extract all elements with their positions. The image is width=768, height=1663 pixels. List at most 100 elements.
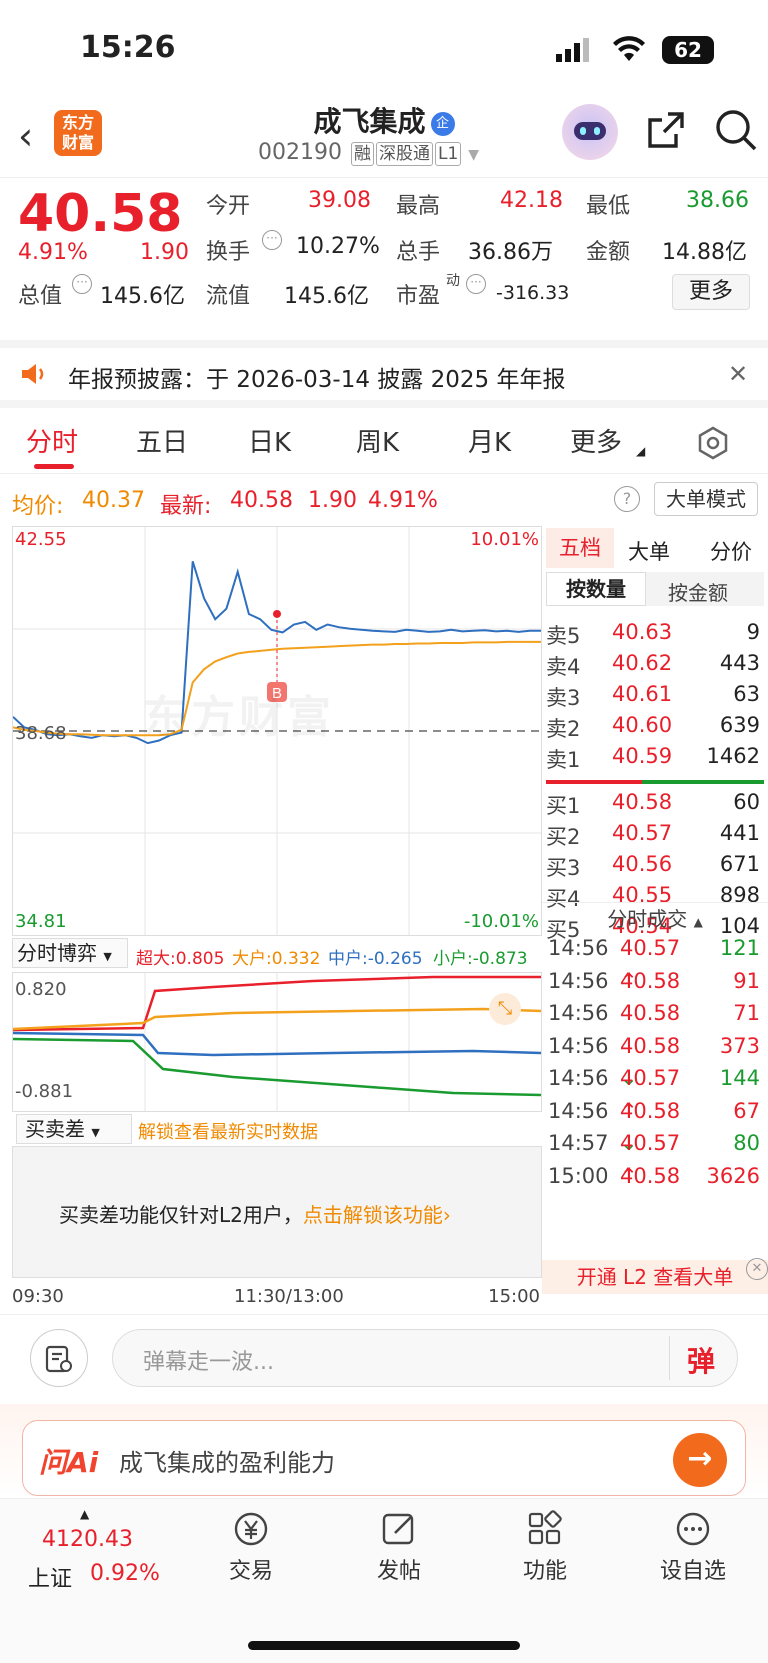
info-icon[interactable]: ··· — [262, 230, 282, 250]
trade-time: 14:56 — [548, 1033, 609, 1058]
status-time: 15:26 — [80, 30, 176, 65]
fund-mid: 中户:-0.265 — [328, 949, 423, 969]
more-button[interactable]: 更多 — [672, 274, 750, 310]
tab-weekly[interactable]: 周K — [356, 422, 399, 459]
intraday-chart[interactable]: B 42.55 10.01% 38.68 34.81 -10.01% 东方财富 — [12, 526, 542, 936]
bid-row[interactable]: 买2 40.57 441 — [542, 821, 768, 853]
bid-row[interactable]: 买1 40.58 60 — [542, 790, 768, 822]
turnover-label: 换手 — [206, 240, 251, 265]
fund-y-min: -0.881 — [15, 1081, 74, 1102]
diff-unlock-link[interactable]: 点击解锁该功能 — [303, 1203, 443, 1227]
info-icon[interactable]: ··· — [72, 274, 92, 294]
ask-label: 卖4 — [546, 655, 581, 679]
dropdown-icon[interactable]: ▼ — [468, 147, 479, 163]
trade-time: 14:56 — [548, 936, 609, 960]
speaker-icon — [20, 362, 48, 386]
edit-icon — [344, 1509, 454, 1553]
trade-time: 14:57 — [548, 1131, 609, 1155]
info-icon[interactable]: ··· — [466, 274, 486, 294]
trades-header[interactable]: 分时成交 ▲ — [542, 902, 768, 931]
last-price: 40.58 — [18, 184, 183, 244]
avg-value: 40.37 — [82, 488, 145, 513]
tab-price-dist[interactable]: 分价 — [710, 536, 752, 566]
diff-header: 买卖差 ▼ 解锁查看最新实时数据 — [12, 1114, 542, 1146]
ask-price: 40.60 — [612, 713, 673, 737]
arrow-right-icon[interactable]: → — [673, 1433, 727, 1487]
ask-label: 卖1 — [546, 748, 581, 772]
time-axis: 09:30 11:30/13:00 15:00 — [12, 1284, 542, 1312]
comment-input[interactable]: 弹幕走一波... 弹 — [112, 1329, 738, 1387]
nav-trade[interactable]: 交易 — [196, 1509, 306, 1585]
pe-label: 市盈 — [396, 284, 441, 309]
nav-post[interactable]: 发帖 — [344, 1509, 454, 1585]
y-ref-label: 38.68 — [15, 723, 67, 744]
y-max-label: 42.55 — [15, 529, 67, 550]
tab-monthly[interactable]: 月K — [468, 422, 511, 459]
nav-add-watchlist[interactable]: 设自选 — [638, 1509, 748, 1585]
status-bar: 15:26 62 — [0, 0, 768, 100]
tab-intraday[interactable]: 分时 — [26, 422, 78, 459]
bid-volume: 441 — [719, 821, 760, 845]
chevron-right-icon: › — [442, 1203, 451, 1227]
tab-daily[interactable]: 日K — [248, 422, 291, 459]
tag-connect: 深股通 — [375, 142, 433, 166]
share-icon[interactable] — [646, 110, 686, 150]
ask-row[interactable]: 卖2 40.60 639 — [542, 713, 768, 745]
danmaku-button[interactable]: 弹 — [687, 1340, 715, 1380]
ask-row[interactable]: 卖1 40.59 1462 — [542, 744, 768, 776]
tab-level5[interactable]: 五档 — [546, 528, 614, 568]
ask-label: 卖5 — [546, 624, 581, 648]
ask-row[interactable]: 卖3 40.61 63 — [542, 682, 768, 714]
close-icon[interactable]: ✕ — [746, 1258, 768, 1280]
last-pct: 4.91% — [368, 488, 438, 513]
ask-volume: 9 — [746, 620, 760, 644]
notice-bar[interactable]: 年报预披露：于 2026-03-14 披露 2025 年年报 ✕ — [0, 340, 768, 408]
diff-unlock-text[interactable]: 解锁查看最新实时数据 — [138, 1118, 318, 1144]
stock-code: 002190 — [258, 140, 342, 165]
trade-time: 14:56 — [548, 1066, 609, 1090]
robot-avatar-icon[interactable] — [562, 104, 618, 160]
tab-big-orders[interactable]: 大单 — [628, 536, 670, 566]
nav-features[interactable]: 功能 — [490, 1509, 600, 1585]
bid-row[interactable]: 买3 40.56 671 — [542, 852, 768, 884]
trade-row: 14:57 40.57 ↓ 80 — [542, 1131, 768, 1163]
trade-time: 14:56 — [548, 1001, 609, 1025]
turnover-value: 10.27% — [296, 234, 380, 259]
last-chg: 1.90 — [308, 488, 357, 513]
search-icon[interactable] — [714, 108, 758, 152]
pe-value: -316.33 — [496, 282, 570, 304]
time-open: 09:30 — [12, 1286, 64, 1307]
trade-volume: 91 — [733, 968, 760, 993]
l2-banner[interactable]: 开通 L2 查看大单 — [542, 1260, 768, 1294]
tab-underline — [34, 464, 74, 469]
diff-locked-panel: 买卖差功能仅针对L2用户，点击解锁该功能› — [12, 1146, 542, 1278]
notes-icon[interactable] — [30, 1329, 88, 1387]
diff-selector[interactable]: 买卖差 ▼ — [16, 1114, 132, 1144]
volume-label: 总手 — [396, 240, 441, 265]
fund-super: 超大:0.805 — [136, 949, 225, 969]
ask-row[interactable]: 卖5 40.63 9 — [542, 620, 768, 652]
trade-volume: 80 — [733, 1131, 760, 1155]
tab-more[interactable]: 更多 — [570, 422, 622, 459]
order-book-panel: 五档 大单 分价 按数量 按金额 卖5 40.63 9 卖4 40.62 443 卖3 40.… — [542, 526, 768, 1316]
bid-label: 买3 — [546, 856, 581, 880]
close-icon[interactable]: ✕ — [728, 360, 748, 388]
tab-5day[interactable]: 五日 — [136, 422, 188, 459]
bid-volume: 671 — [719, 852, 760, 876]
big-order-mode-button[interactable]: 大单模式 — [654, 482, 758, 516]
settings-icon[interactable] — [696, 426, 730, 460]
change-pct: 4.91% — [18, 240, 88, 265]
expand-icon[interactable]: ⤡ — [489, 993, 521, 1025]
ai-input[interactable]: 问Ai 成飞集成的盈利能力 → — [22, 1420, 746, 1496]
subtab-by-amount[interactable]: 按金额 — [668, 577, 728, 606]
index-widget[interactable]: ▲ 4120.43 上证 0.92% — [24, 1507, 184, 1597]
fund-flow-chart[interactable]: 0.820 -0.881 ⤡ — [12, 972, 542, 1112]
ask-row[interactable]: 卖4 40.62 443 — [542, 651, 768, 683]
fund-selector[interactable]: 分时博弈 ▼ — [12, 938, 128, 968]
price-summary-bar: 均价: 40.37 最新: 40.58 1.90 4.91% ? 大单模式 — [0, 478, 768, 524]
trade-volume: 144 — [719, 1066, 760, 1090]
trade-row: 14:56 40.57 ↓ 144 — [542, 1066, 768, 1098]
more-dots-icon — [638, 1509, 748, 1553]
help-icon[interactable]: ? — [614, 486, 640, 512]
subtab-by-volume[interactable]: 按数量 — [546, 572, 646, 606]
